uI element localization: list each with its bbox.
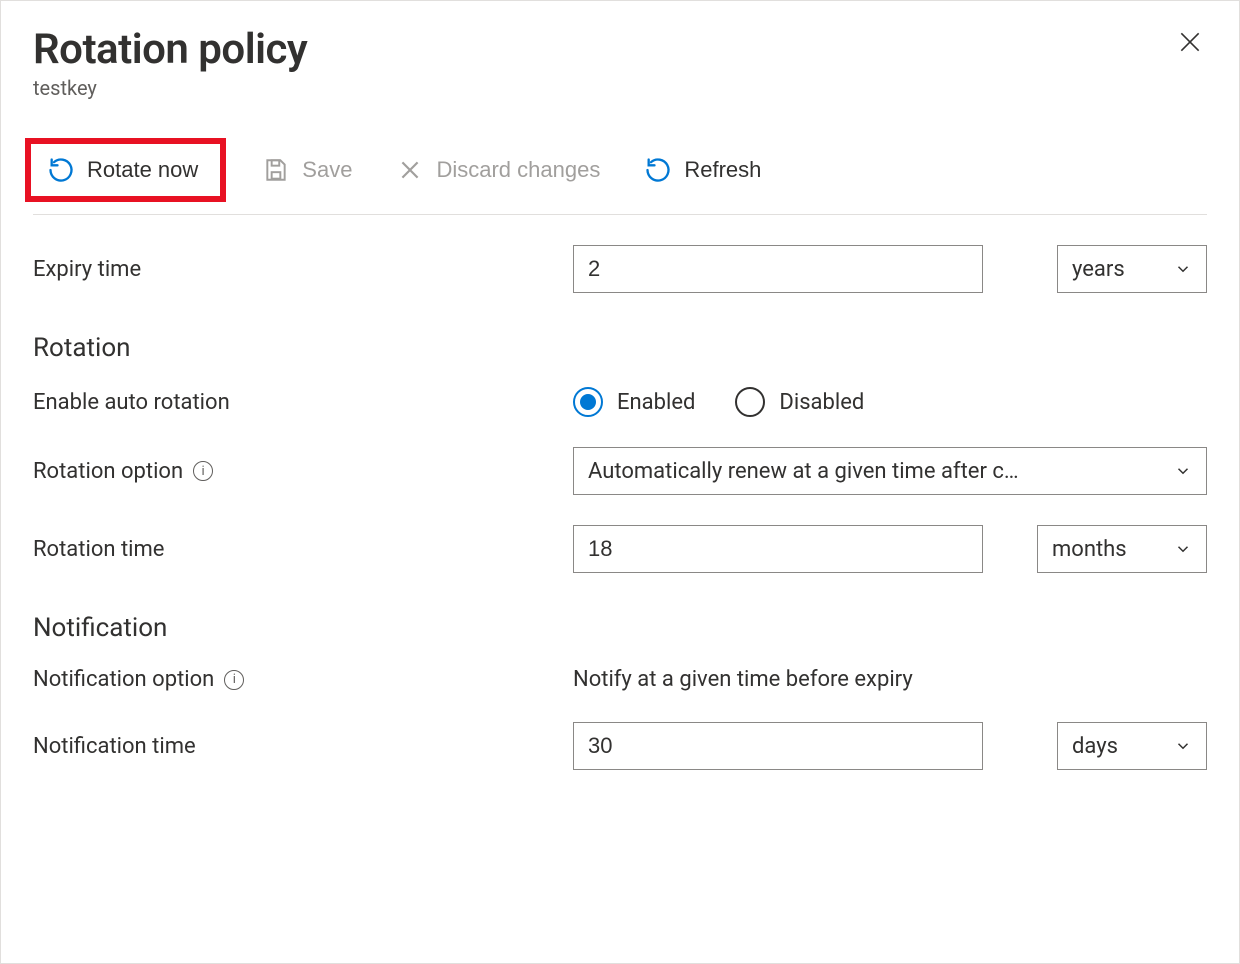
rotation-policy-panel: Rotation policy testkey Rotate now Save <box>0 0 1240 964</box>
chevron-down-icon <box>1174 540 1192 558</box>
notification-option-value: Notify at a given time before expiry <box>573 667 913 692</box>
refresh-icon <box>644 156 672 184</box>
notification-unit-value: days <box>1072 734 1118 759</box>
discard-label: Discard changes <box>436 157 600 183</box>
expiry-time-row: Expiry time years <box>33 245 1207 293</box>
rotation-unit-select[interactable]: months <box>1037 525 1207 573</box>
rotate-icon <box>47 156 75 184</box>
notification-time-row: Notification time days <box>33 722 1207 770</box>
info-icon[interactable]: i <box>224 670 244 690</box>
save-icon <box>262 156 290 184</box>
chevron-down-icon <box>1174 462 1192 480</box>
notification-unit-select[interactable]: days <box>1057 722 1207 770</box>
rotation-option-label: Rotation option i <box>33 459 573 484</box>
info-icon[interactable]: i <box>193 461 213 481</box>
rotation-time-label: Rotation time <box>33 537 573 562</box>
radio-unchecked-icon <box>735 387 765 417</box>
expiry-time-input[interactable] <box>573 245 983 293</box>
expiry-unit-value: years <box>1072 257 1125 282</box>
refresh-label: Refresh <box>684 157 761 183</box>
header: Rotation policy testkey <box>33 25 1207 100</box>
expiry-unit-select[interactable]: years <box>1057 245 1207 293</box>
rotation-option-row: Rotation option i Automatically renew at… <box>33 447 1207 495</box>
auto-rotation-radio-group: Enabled Disabled <box>573 387 864 417</box>
close-button[interactable] <box>1173 25 1207 66</box>
rotation-heading: Rotation <box>33 333 1207 363</box>
close-icon <box>1177 29 1203 55</box>
notification-option-row: Notification option i Notify at a given … <box>33 667 1207 692</box>
rotate-now-highlight: Rotate now <box>25 138 226 202</box>
discard-icon <box>396 156 424 184</box>
rotation-time-row: Rotation time months <box>33 525 1207 573</box>
refresh-button[interactable]: Refresh <box>636 150 769 190</box>
radio-checked-icon <box>573 387 603 417</box>
page-subtitle: testkey <box>33 76 307 100</box>
auto-rotation-disabled-radio[interactable]: Disabled <box>735 387 864 417</box>
notification-time-input[interactable] <box>573 722 983 770</box>
form-area: Expiry time years Rotation Enable auto r… <box>33 245 1207 770</box>
save-label: Save <box>302 157 352 183</box>
chevron-down-icon <box>1174 737 1192 755</box>
notification-heading: Notification <box>33 613 1207 643</box>
enable-auto-rotation-row: Enable auto rotation Enabled Disabled <box>33 387 1207 417</box>
rotate-now-label: Rotate now <box>87 157 198 183</box>
rotation-time-input[interactable] <box>573 525 983 573</box>
rotation-option-value: Automatically renew at a given time afte… <box>588 459 1019 484</box>
expiry-time-label: Expiry time <box>33 257 573 282</box>
page-title: Rotation policy <box>33 25 307 74</box>
enable-auto-rotation-label: Enable auto rotation <box>33 390 573 415</box>
toolbar: Rotate now Save Discard changes Refresh <box>33 138 1207 215</box>
notification-time-label: Notification time <box>33 734 573 759</box>
disabled-label: Disabled <box>779 390 864 415</box>
auto-rotation-enabled-radio[interactable]: Enabled <box>573 387 695 417</box>
discard-button[interactable]: Discard changes <box>388 150 608 190</box>
enabled-label: Enabled <box>617 390 695 415</box>
rotate-now-button[interactable]: Rotate now <box>39 150 206 190</box>
rotation-option-select[interactable]: Automatically renew at a given time afte… <box>573 447 1207 495</box>
notification-option-label: Notification option i <box>33 667 573 692</box>
chevron-down-icon <box>1174 260 1192 278</box>
rotation-unit-value: months <box>1052 537 1127 562</box>
save-button[interactable]: Save <box>254 150 360 190</box>
